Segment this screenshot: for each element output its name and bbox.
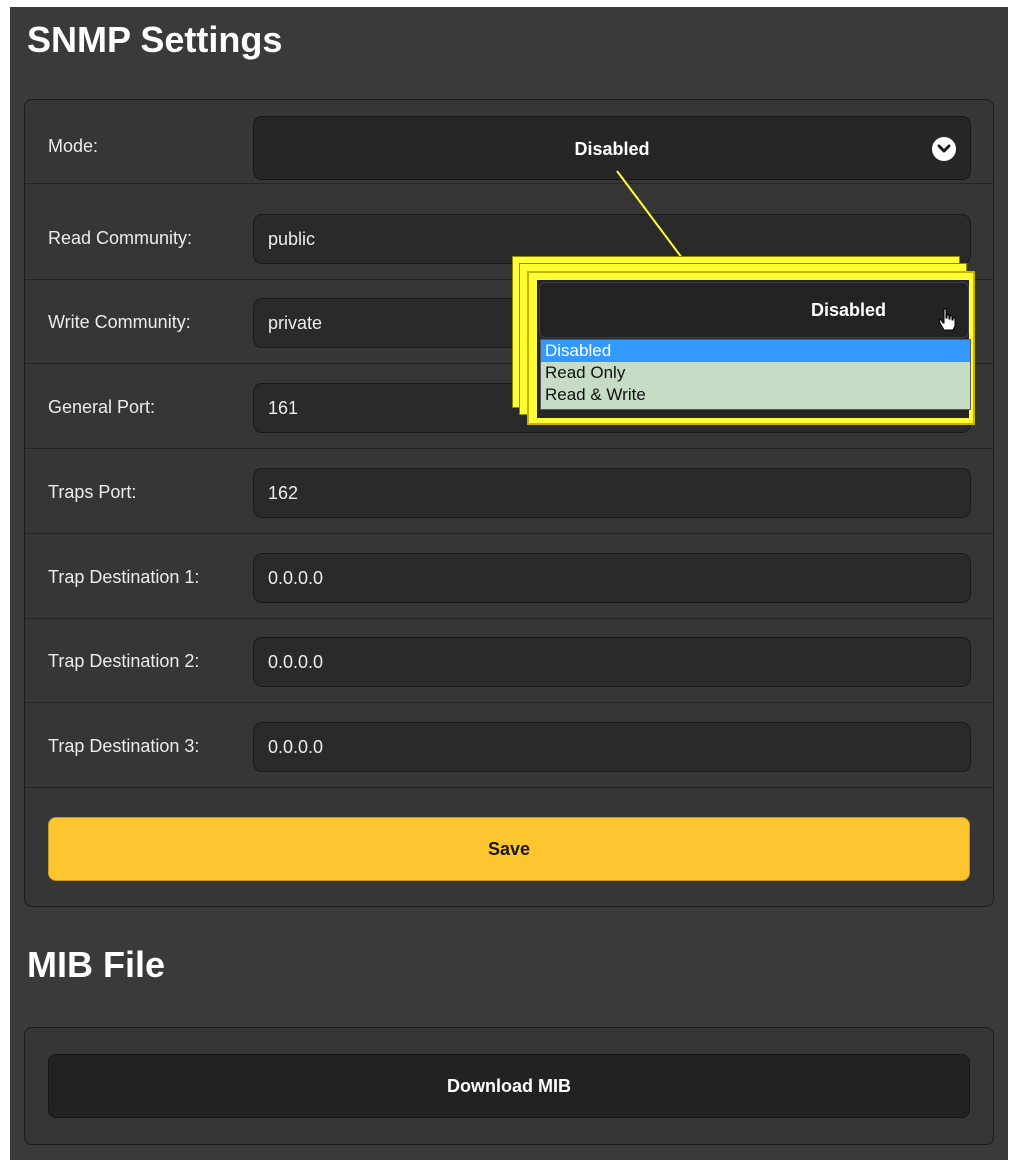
option-disabled[interactable]: Disabled bbox=[541, 340, 970, 362]
trap-destination-3-label: Trap Destination 3: bbox=[48, 736, 200, 756]
trap-destination-3-input[interactable] bbox=[253, 722, 971, 772]
mib-file-panel: Download MIB bbox=[24, 1027, 994, 1145]
snmp-settings-page: SNMP Settings Mode: Disabled Read Commun… bbox=[10, 7, 1008, 1160]
trap-destination-1-label: Trap Destination 1: bbox=[48, 567, 200, 587]
trap-destination-1-row: Trap Destination 1: bbox=[25, 535, 993, 619]
callout-select-value: Disabled bbox=[810, 300, 886, 320]
mode-row: Mode: Disabled bbox=[25, 100, 993, 184]
option-read-only[interactable]: Read Only bbox=[541, 362, 970, 384]
chevron-down-icon bbox=[932, 137, 956, 161]
page-title: SNMP Settings bbox=[27, 19, 283, 60]
mode-options-list: Disabled Read Only Read & Write bbox=[540, 339, 971, 410]
trap-destination-3-row: Trap Destination 3: bbox=[25, 704, 993, 788]
trap-destination-2-input[interactable] bbox=[253, 637, 971, 687]
callout-dropdown-view: Disabled Disabled Read Only Read & Write bbox=[537, 280, 971, 418]
write-community-label: Write Community: bbox=[48, 312, 191, 332]
general-port-label: General Port: bbox=[48, 397, 156, 417]
snmp-settings-panel: Mode: Disabled Read Community: Write Com… bbox=[24, 99, 994, 907]
traps-port-label: Traps Port: bbox=[48, 482, 137, 502]
traps-port-row: Traps Port: bbox=[25, 450, 993, 534]
trap-destination-2-label: Trap Destination 2: bbox=[48, 651, 200, 671]
mib-file-title: MIB File bbox=[27, 944, 166, 985]
download-mib-button[interactable]: Download MIB bbox=[48, 1054, 970, 1118]
save-button[interactable]: Save bbox=[48, 817, 970, 881]
mode-select[interactable]: Disabled bbox=[253, 116, 971, 180]
mode-select-value: Disabled bbox=[574, 139, 650, 159]
read-community-label: Read Community: bbox=[48, 228, 193, 248]
traps-port-input[interactable] bbox=[253, 468, 971, 518]
trap-destination-1-input[interactable] bbox=[253, 553, 971, 603]
callout-mode-select[interactable]: Disabled bbox=[539, 282, 969, 338]
trap-destination-2-row: Trap Destination 2: bbox=[25, 619, 993, 703]
option-read-write[interactable]: Read & Write bbox=[541, 384, 970, 406]
dropdown-callout: Disabled Disabled Read Only Read & Write bbox=[527, 271, 975, 425]
